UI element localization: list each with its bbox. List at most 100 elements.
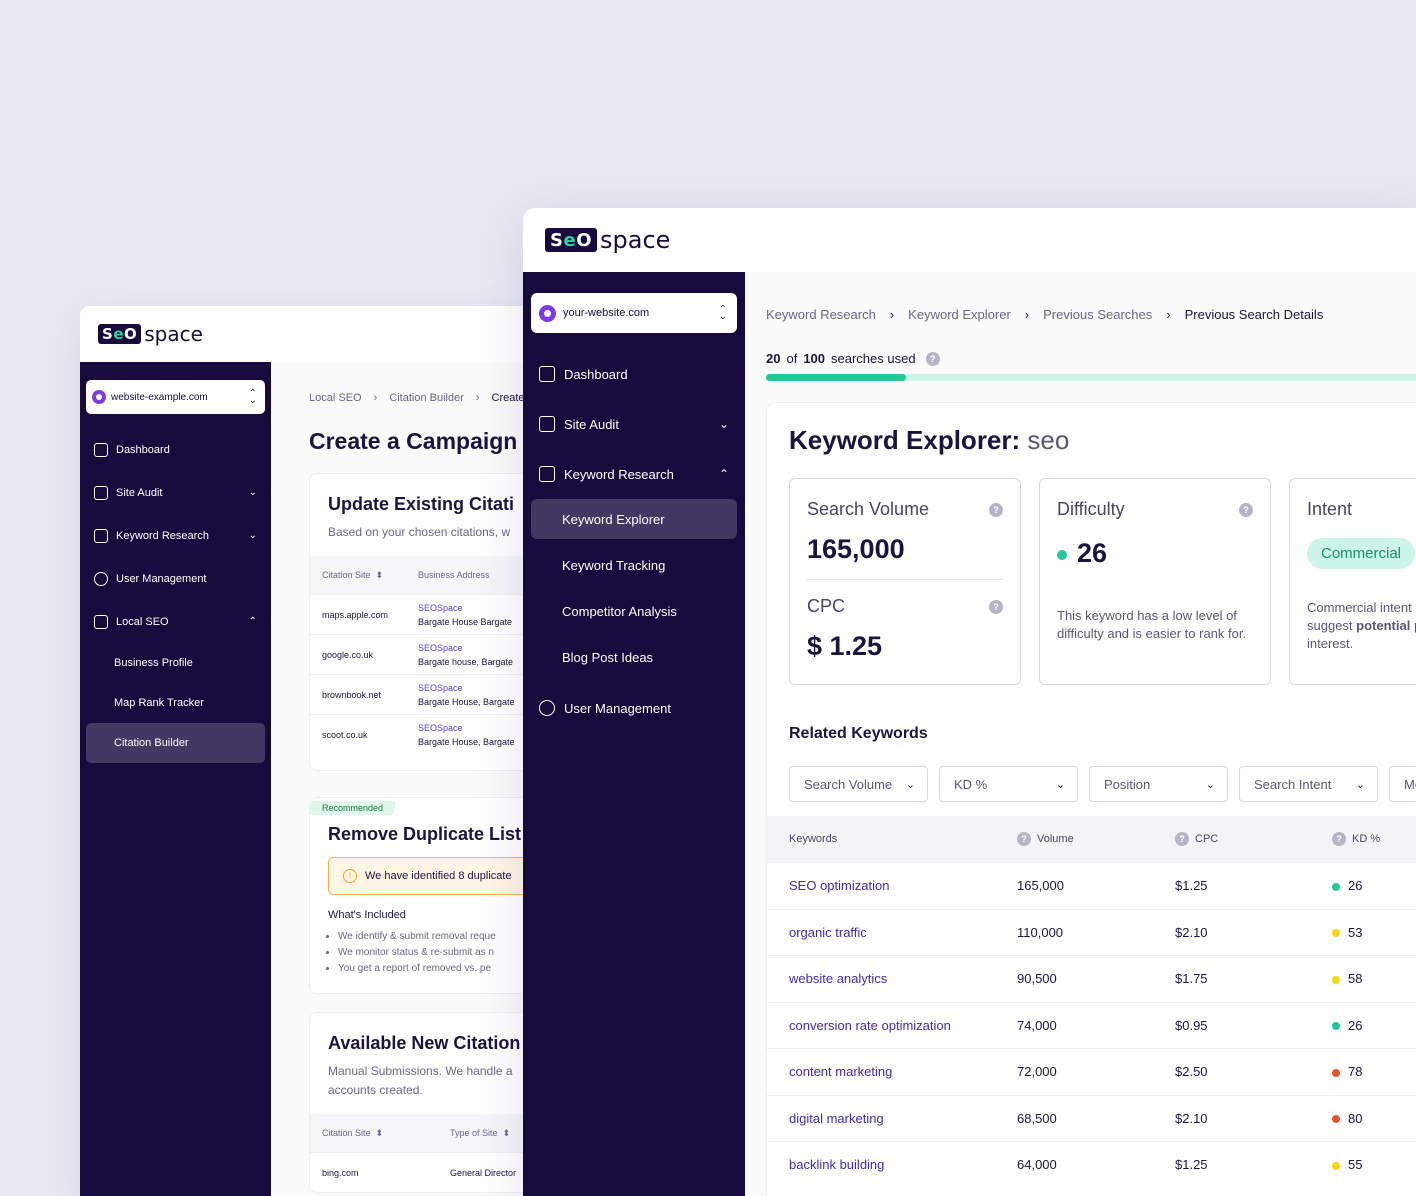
keyword-volume: 74,000	[1017, 1017, 1057, 1033]
table-row[interactable]: google.co.uk SEOSpace Bargate house, Barga…	[310, 634, 540, 674]
sidebar-item-keyword-explorer[interactable]: Keyword Explorer	[531, 499, 737, 539]
site-selector[interactable]: website-example.com ⌃ ⌄	[86, 380, 265, 414]
table-row[interactable]: bing.com General Director	[310, 1152, 540, 1192]
sidebar-item-user-management[interactable]: User Management	[86, 557, 265, 600]
column-header-cpc[interactable]: ? CPC	[1175, 832, 1332, 846]
column-header-business-address: Business Address	[418, 570, 490, 580]
help-icon: ?	[1175, 832, 1189, 846]
back-window: Se Ospace website-example.com ⌃ ⌄ Dashboar…	[80, 306, 540, 1196]
intent-badge: Commercial	[1307, 538, 1416, 569]
sidebar-item-competitor-analysis[interactable]: Competitor Analysis	[531, 591, 737, 631]
sidebar-item-business-profile[interactable]: Business Profile	[86, 643, 265, 683]
card-title: Update Existing Citati	[328, 494, 515, 514]
dashboard-icon	[94, 442, 108, 457]
breadcrumb-previous-searches[interactable]: Previous Searches	[1043, 307, 1152, 322]
keyword-cpc: $1.75	[1175, 971, 1208, 987]
kd-dot-icon	[1332, 882, 1340, 891]
dashboard-icon	[539, 366, 555, 382]
keyword-link[interactable]: organic traffic	[789, 925, 1017, 940]
help-icon: ?	[1017, 832, 1031, 846]
table-row[interactable]: website analytics 90,500 $1.75 58	[767, 955, 1416, 1002]
keyword-link[interactable]: backlink building	[789, 1157, 1017, 1172]
business-name: SEOSpace	[418, 722, 463, 733]
keyword-volume: 110,000	[1017, 924, 1064, 940]
seospace-logo[interactable]: Se Ospace	[98, 322, 203, 346]
help-icon[interactable]: ?	[1239, 502, 1253, 517]
sidebar-item-keyword-research[interactable]: Keyword Research ⌄	[86, 514, 265, 557]
column-header-kd[interactable]: ? KD %	[1332, 832, 1412, 846]
filter-position[interactable]: Position ⌄	[1089, 766, 1228, 802]
difficulty-value: 26	[1077, 538, 1108, 568]
sidebar-item-user-management[interactable]: User Management	[531, 683, 737, 733]
sidebar-item-map-rank-tracker[interactable]: Map Rank Tracker	[86, 683, 265, 723]
filter-kd[interactable]: KD % ⌄	[939, 766, 1078, 802]
table-row[interactable]: content marketing 72,000 $2.50 78	[767, 1048, 1416, 1095]
sidebar-item-dashboard[interactable]: Dashboard	[531, 349, 737, 399]
column-header-citation-site[interactable]: Citation Site ⬍	[322, 1128, 450, 1139]
table-row[interactable]: digital marketing 68,500 $2.10 80	[767, 1094, 1416, 1142]
page-title: Create a Campaign	[309, 428, 518, 454]
warning-icon: !	[343, 869, 357, 883]
chevron-up-icon: ⌃	[248, 616, 257, 627]
volume-cpc-card: Search Volume? 165,000 CPC? $ 1.25	[789, 478, 1021, 685]
breadcrumb-local-seo[interactable]: Local SEO	[309, 392, 362, 404]
sidebar-item-citation-builder[interactable]: Citation Builder	[86, 723, 265, 763]
sidebar-item-label: Dashboard	[116, 443, 170, 456]
table-row[interactable]: organic traffic 110,000 $2.10 53	[767, 908, 1416, 956]
table-row[interactable]: brownbook.net SEOSpace Bargate House, Barg…	[310, 674, 540, 714]
breadcrumb-keyword-explorer[interactable]: Keyword Explorer	[908, 307, 1011, 322]
column-header-keywords[interactable]: Keywords	[789, 833, 1017, 845]
sidebar-item-site-audit[interactable]: Site Audit ⌄	[531, 399, 737, 449]
citation-site: scoot.co.uk	[322, 729, 368, 740]
table-row[interactable]: SEO optimization 165,000 $1.25 26	[767, 862, 1416, 909]
table-row[interactable]: maps.apple.com SEOSpace Bargate House Barg…	[310, 594, 540, 634]
seospace-logo[interactable]: Se Ospace	[545, 226, 670, 254]
kd-dot-icon	[1332, 1161, 1340, 1170]
usage-suffix: searches used	[831, 351, 916, 366]
help-icon[interactable]: ?	[989, 599, 1003, 614]
table-row[interactable]: conversion rate optimization 74,000 $0.95 2…	[767, 1001, 1416, 1049]
keyword-kd: 26	[1332, 1018, 1412, 1033]
column-header-type-of-site[interactable]: Type of Site ⬍	[450, 1128, 510, 1139]
table-row[interactable]: backlink building 64,000 $1.25 55	[767, 1141, 1416, 1188]
keyword-link[interactable]: SEO optimization	[789, 878, 1017, 893]
column-header-citation-site[interactable]: Citation Site ⬍	[322, 570, 418, 581]
column-header-volume[interactable]: ? Volume	[1017, 832, 1175, 846]
sidebar-item-blog-post-ideas[interactable]: Blog Post Ideas	[531, 637, 737, 677]
chevron-up-icon: ⌃	[718, 467, 729, 481]
sidebar-item-local-seo[interactable]: Local SEO ⌃	[86, 600, 265, 643]
keyword-link[interactable]: content marketing	[789, 1064, 1017, 1079]
sidebar-item-label: Site Audit	[116, 486, 163, 499]
search-volume-label: Search Volume	[807, 499, 930, 519]
keyword-cpc: $1.25	[1175, 1157, 1208, 1173]
kd-dot-icon	[1332, 1115, 1340, 1124]
filter-search-volume[interactable]: Search Volume ⌄	[789, 766, 928, 802]
back-main: Local SEO › Citation Builder › Create Crea…	[271, 362, 540, 1196]
intent-card: Intent Commercial Commercial intent sugg…	[1289, 478, 1416, 685]
keyword-link[interactable]: website analytics	[789, 971, 1017, 986]
chevron-right-icon: ›	[1024, 307, 1030, 322]
breadcrumb-keyword-research[interactable]: Keyword Research	[766, 307, 876, 322]
keyword-link[interactable]: digital marketing	[789, 1111, 1017, 1126]
sidebar-item-keyword-research[interactable]: Keyword Research ⌃	[531, 449, 737, 499]
keyword-link[interactable]: conversion rate optimization	[789, 1018, 1017, 1033]
site-selector[interactable]: your-website.com ⌃ ⌄	[531, 293, 737, 333]
filter-more[interactable]: Mo	[1389, 766, 1416, 802]
filter-search-intent[interactable]: Search Intent ⌄	[1239, 766, 1378, 802]
intent-description: Commercial intent suggest potential p in…	[1307, 600, 1416, 651]
table-row[interactable]: scoot.co.uk SEOSpace Bargate House, Bargat…	[310, 714, 540, 754]
new-citations-table: Citation Site ⬍ Type of Site ⬍ bing.com G…	[310, 1114, 540, 1192]
sidebar-item-dashboard[interactable]: Dashboard	[86, 428, 265, 471]
updown-chevron-icon: ⌃ ⌄	[248, 388, 257, 406]
keyword-kd: 26	[1332, 878, 1412, 893]
business-name: SEOSpace	[418, 682, 463, 693]
sidebar-item-site-audit[interactable]: Site Audit ⌄	[86, 471, 265, 514]
related-keywords-heading: Related Keywords	[789, 725, 928, 742]
sidebar-item-keyword-tracking[interactable]: Keyword Tracking	[531, 545, 737, 585]
help-icon[interactable]: ?	[989, 502, 1003, 517]
chevron-down-icon: ⌄	[1355, 778, 1365, 791]
sidebar-item-label: Dashboard	[564, 366, 628, 382]
citation-site: brownbook.net	[322, 689, 382, 700]
help-icon[interactable]: ?	[925, 351, 940, 366]
breadcrumb-citation-builder[interactable]: Citation Builder	[389, 392, 464, 404]
